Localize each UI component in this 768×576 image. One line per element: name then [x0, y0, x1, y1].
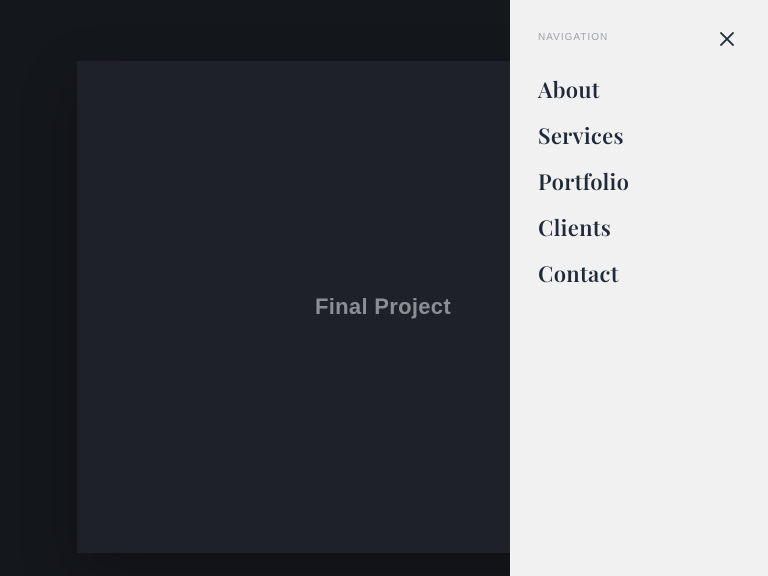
nav-item-clients[interactable]: Clients — [538, 212, 738, 242]
nav-item-about[interactable]: About — [538, 74, 738, 104]
navigation-eyebrow: NAVIGATION — [538, 32, 608, 43]
card-title: Final Project — [315, 294, 451, 320]
navigation-header: NAVIGATION — [538, 30, 738, 50]
navigation-panel: NAVIGATION About Services Portfolio Clie… — [510, 0, 768, 576]
nav-item-contact[interactable]: Contact — [538, 258, 738, 288]
nav-item-services[interactable]: Services — [538, 120, 738, 150]
navigation-list: About Services Portfolio Clients Contact — [538, 74, 738, 288]
nav-item-portfolio[interactable]: Portfolio — [538, 166, 738, 196]
close-button[interactable] — [716, 28, 738, 50]
close-icon — [718, 30, 736, 48]
